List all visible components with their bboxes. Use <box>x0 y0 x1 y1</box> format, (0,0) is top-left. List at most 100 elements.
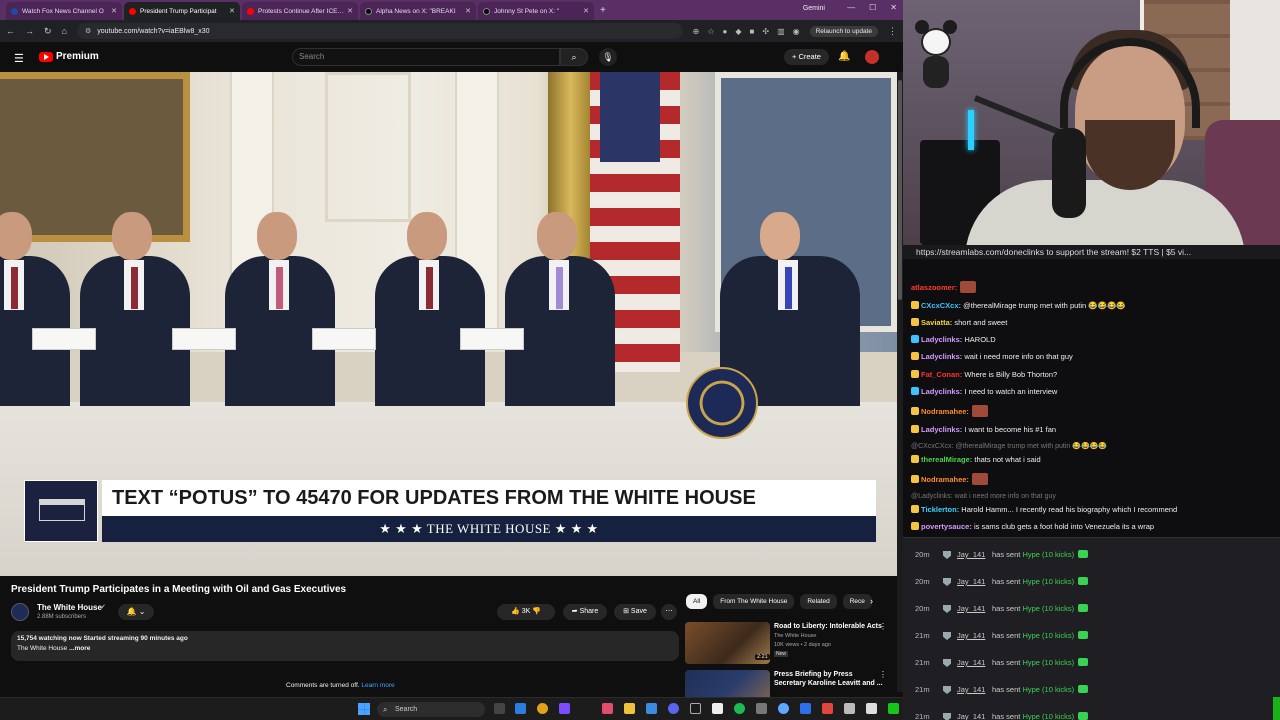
more-link[interactable]: ...more <box>67 645 90 652</box>
event-username[interactable]: Jay_141 <box>957 599 985 619</box>
close-icon[interactable]: ✕ <box>583 7 589 15</box>
taskbar-search[interactable]: ⌕ Search <box>377 702 485 717</box>
event-username[interactable]: Jay_141 <box>957 545 985 565</box>
steam-icon[interactable] <box>690 703 701 714</box>
chat-username[interactable]: Nodramahee: <box>921 407 969 416</box>
install-icon[interactable]: ⊕ <box>693 27 700 36</box>
extension-icon[interactable]: ■ <box>750 27 755 36</box>
app-icon[interactable] <box>646 703 657 714</box>
new-tab-icon[interactable]: + <box>600 5 606 16</box>
recommendation-item[interactable]: 2:21 Road to Liberty: Intolerable Acts T… <box>685 622 895 664</box>
app-icon[interactable] <box>756 703 767 714</box>
save-button[interactable]: ⊞ Save <box>614 604 656 620</box>
close-icon[interactable]: ✕ <box>347 7 353 15</box>
hamburger-menu-icon[interactable]: ☰ <box>14 52 24 65</box>
tab-youtube-video[interactable]: President Trump Participat ✕ <box>124 2 240 20</box>
bookmark-star-icon[interactable]: ☆ <box>707 27 714 36</box>
tab-fox-news[interactable]: Watch Fox News Channel O ✕ <box>6 2 122 20</box>
recommendation-item[interactable]: Press Briefing by Press Secretary Karoli… <box>685 670 895 697</box>
chevron-right-icon[interactable]: › <box>870 596 873 606</box>
more-actions-icon[interactable]: ⋯ <box>661 604 677 620</box>
close-window-icon[interactable]: ✕ <box>890 3 897 12</box>
chat-username[interactable]: Ladyclinks: <box>921 387 962 396</box>
like-button[interactable]: 👍 3K <box>511 608 530 615</box>
edge-icon[interactable] <box>515 703 526 714</box>
obs-icon[interactable] <box>602 703 613 714</box>
app-icon[interactable] <box>866 703 877 714</box>
spotify-icon[interactable] <box>734 703 745 714</box>
tab-alpha-news[interactable]: Alpha News on X: "BREAKI ✕ <box>360 2 476 20</box>
tab-protests[interactable]: Protests Continue After ICE M ✕ <box>242 2 358 20</box>
search-input[interactable]: Search <box>292 48 560 66</box>
more-options-icon[interactable]: ⋮ <box>879 670 887 679</box>
chat-username[interactable]: Ticklerton: <box>921 505 959 514</box>
channel-avatar[interactable] <box>11 603 29 621</box>
chat-username[interactable]: Ladyclinks: <box>921 352 962 361</box>
extension-icon[interactable]: ◆ <box>735 27 741 36</box>
chat-username[interactable]: Nodramahee: <box>921 475 969 484</box>
more-options-icon[interactable]: ⋮ <box>879 622 887 631</box>
learn-more-link[interactable]: Learn more <box>361 682 394 689</box>
chat-username[interactable]: Fat_Conan: <box>921 370 962 379</box>
relaunch-button[interactable]: Relaunch to update <box>809 25 878 37</box>
app-icon[interactable] <box>778 703 789 714</box>
chat-username[interactable]: therealMirage: <box>921 455 972 464</box>
sidebar-icon[interactable]: ▥ <box>777 27 785 36</box>
chip-all[interactable]: All <box>686 594 708 609</box>
video-thumbnail[interactable] <box>685 670 770 697</box>
reload-icon[interactable]: ↻ <box>44 26 52 37</box>
profile-icon[interactable]: ◉ <box>793 27 800 36</box>
chip-related[interactable]: Related <box>800 594 837 609</box>
puzzle-icon[interactable]: ✣ <box>762 27 769 36</box>
back-icon[interactable]: ← <box>6 26 15 36</box>
home-icon[interactable]: ⌂ <box>62 26 67 36</box>
create-button[interactable]: + Create <box>784 49 829 65</box>
tab-johnny-st-pete[interactable]: Johnny St Pete on X: " ✕ <box>478 2 594 20</box>
channel-name[interactable]: The White House <box>37 603 102 612</box>
map-pin-icon[interactable] <box>822 703 833 714</box>
windows-start-icon[interactable] <box>358 703 370 715</box>
app-icon[interactable] <box>712 703 723 714</box>
url-field[interactable]: ⚙ youtube.com/watch?v=iaEBlw8_x30 <box>76 23 683 39</box>
event-username[interactable]: Jay_141 <box>957 572 985 592</box>
kick-icon[interactable] <box>888 703 899 714</box>
chat-username[interactable]: CXcxCXcx: <box>921 301 961 310</box>
dislike-icon[interactable]: 👎 <box>532 608 541 615</box>
rec-title[interactable]: Press Briefing by Press Secretary Karoli… <box>774 670 884 688</box>
chat-username[interactable]: Ladyclinks: <box>921 335 962 344</box>
chat-username[interactable]: atlaszoomer: <box>911 283 957 292</box>
close-icon[interactable]: ✕ <box>465 7 471 15</box>
app-icon[interactable] <box>844 703 855 714</box>
video-player[interactable]: TEXT “POTUS” TO 45470 FOR UPDATES FROM T… <box>0 72 897 576</box>
event-username[interactable]: Jay_141 <box>957 653 985 673</box>
app-icon[interactable] <box>559 703 570 714</box>
gemini-button[interactable]: Gemini <box>803 5 825 12</box>
chat-username[interactable]: povertysauce: <box>921 522 972 531</box>
share-button[interactable]: ➦ Share <box>563 604 607 620</box>
donate-banner[interactable]: https://streamlabs.com/doneclinks to sup… <box>903 245 1280 259</box>
close-icon[interactable]: ✕ <box>111 7 117 15</box>
discord-icon[interactable] <box>668 703 679 714</box>
app-icon[interactable] <box>800 703 811 714</box>
notifications-subscribe-button[interactable]: 🔔 ⌄ <box>118 604 154 620</box>
microphone-icon[interactable]: 🎙 <box>599 48 617 66</box>
event-username[interactable]: Jay_141 <box>957 680 985 700</box>
chat-username[interactable]: Ladyclinks: <box>921 425 962 434</box>
chip-from-channel[interactable]: From The White House <box>713 594 795 609</box>
event-username[interactable]: Jay_141 <box>957 707 985 720</box>
site-info-icon[interactable]: ⚙ <box>85 27 91 35</box>
file-explorer-icon[interactable] <box>624 703 635 714</box>
account-avatar[interactable] <box>865 50 879 64</box>
task-view-icon[interactable] <box>494 703 505 714</box>
event-username[interactable]: Jay_141 <box>957 626 985 646</box>
chip-recent[interactable]: Rece <box>842 594 872 609</box>
extension-icon[interactable]: ● <box>723 27 728 36</box>
description-box[interactable]: 15,754 watching now Started streaming 90… <box>11 631 679 661</box>
minimize-icon[interactable]: — <box>847 3 855 12</box>
menu-dots-icon[interactable]: ⋮ <box>888 26 897 37</box>
chat-username[interactable]: Saviatta: <box>921 318 952 327</box>
close-icon[interactable]: ✕ <box>229 7 235 15</box>
search-icon[interactable]: ⌕ <box>560 48 588 66</box>
notifications-bell-icon[interactable]: 🔔 <box>838 51 850 62</box>
rec-title[interactable]: Road to Liberty: Intolerable Acts <box>774 622 884 631</box>
